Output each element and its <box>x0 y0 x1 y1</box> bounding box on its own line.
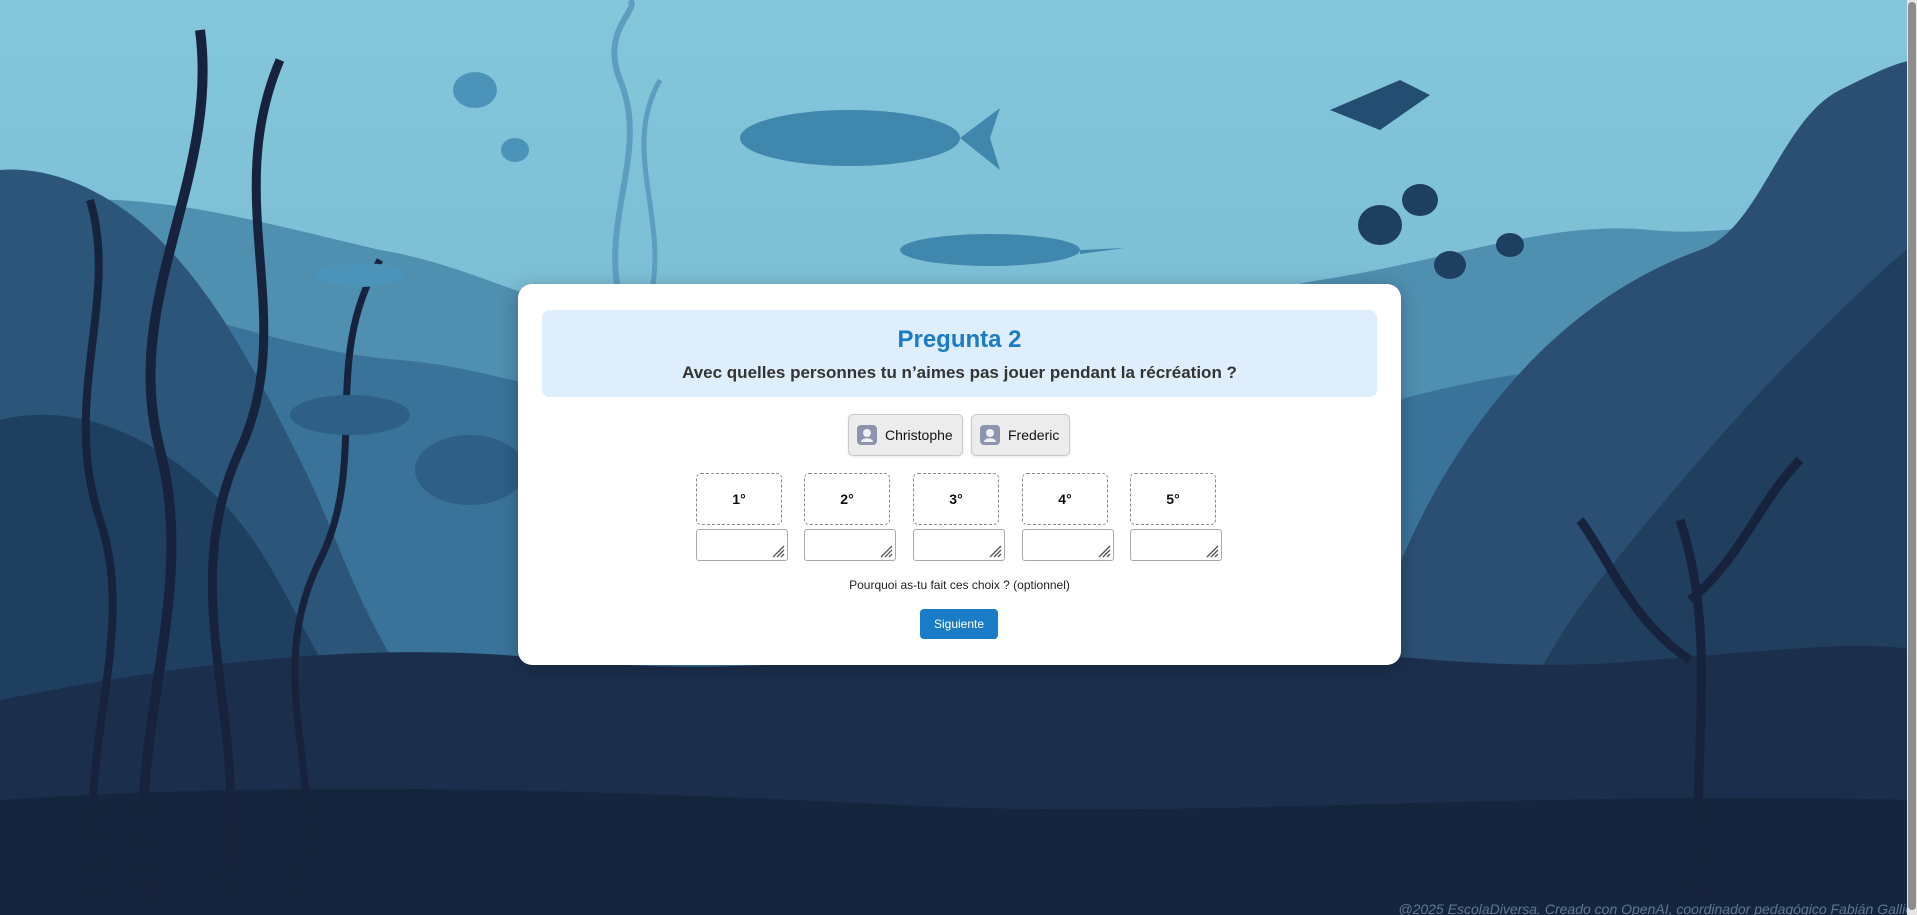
question-card: Pregunta 2 Avec quelles personnes tu n’a… <box>518 284 1401 665</box>
next-button[interactable]: Siguiente <box>920 609 998 639</box>
rank-slot-3[interactable]: 3° <box>913 473 999 525</box>
person-name: Frederic <box>1008 427 1060 443</box>
rank-slot-2[interactable]: 2° <box>804 473 890 525</box>
person-chip-frederic[interactable]: Frederic <box>971 414 1070 456</box>
user-icon <box>857 425 877 445</box>
optional-note: Pourquoi as-tu fait ces choix ? (optionn… <box>849 578 1070 592</box>
person-name: Christophe <box>885 427 953 443</box>
question-title: Pregunta 2 <box>897 326 1022 353</box>
question-header: Pregunta 2 Avec quelles personnes tu n’a… <box>542 310 1377 397</box>
rank-slot-4[interactable]: 4° <box>1022 473 1108 525</box>
rank-slot-1[interactable]: 1° <box>696 473 782 525</box>
user-icon <box>980 425 1000 445</box>
person-chip-christophe[interactable]: Christophe <box>848 414 963 456</box>
rank-slot-5[interactable]: 5° <box>1130 473 1216 525</box>
page-background: Pregunta 2 Avec quelles personnes tu n’a… <box>0 0 1917 915</box>
footer-credit: @2025 EscolaDiversa. Creado con OpenAI, … <box>1398 901 1913 915</box>
resize-grip-icon[interactable] <box>771 544 785 558</box>
question-text: Avec quelles personnes tu n’aimes pas jo… <box>682 363 1237 382</box>
resize-grip-icon[interactable] <box>1097 544 1111 558</box>
resize-grip-icon[interactable] <box>1205 544 1219 558</box>
resize-grip-icon[interactable] <box>988 544 1002 558</box>
comment-textarea-1[interactable] <box>696 529 788 561</box>
comment-textarea-5[interactable] <box>1130 529 1222 561</box>
comment-textarea-3[interactable] <box>913 529 1005 561</box>
resize-grip-icon[interactable] <box>879 544 893 558</box>
comment-textarea-4[interactable] <box>1022 529 1114 561</box>
comment-textarea-2[interactable] <box>804 529 896 561</box>
scrollbar-thumb[interactable] <box>1908 2 1916 910</box>
page-scrollbar[interactable] <box>1907 0 1917 915</box>
